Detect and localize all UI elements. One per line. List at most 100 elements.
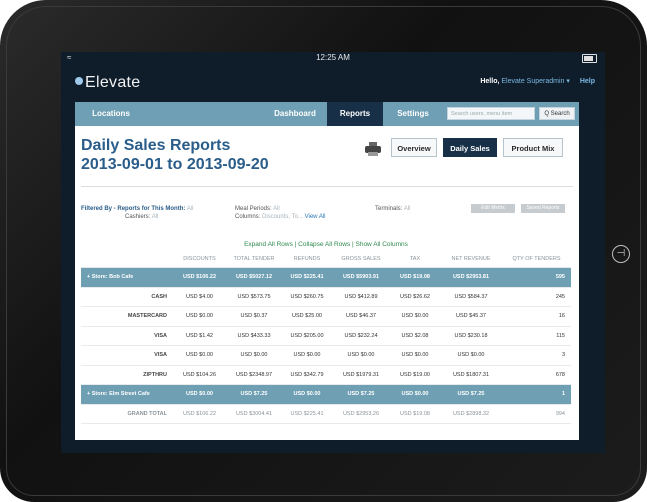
table-cell: USD $0.00 xyxy=(440,345,502,366)
cashiers-value[interactable]: All xyxy=(152,214,159,220)
expand-links[interactable]: Expand All Rows | Collapse All Rows | Sh… xyxy=(81,240,571,250)
divider xyxy=(81,186,573,187)
row-label: VISA xyxy=(81,326,173,346)
screen: ≈ 12:25 AM Elevate Hello, Elevate Supera… xyxy=(61,52,605,453)
column-header[interactable]: NET REVENUE xyxy=(440,250,502,268)
table-row: ZIPTHRU USD $104.26 USD $2348.97 USD $342.7… xyxy=(81,365,571,385)
table-cell: 3 xyxy=(502,345,571,366)
table-cell: USD $3004.41 xyxy=(226,404,282,424)
table-cell: 115 xyxy=(502,326,571,346)
table-cell: USD $0.00 xyxy=(390,384,440,405)
table-cell: USD $106.22 xyxy=(173,404,226,424)
nav-locations[interactable]: Locations xyxy=(81,102,141,126)
filters-group-right: Terminals: All xyxy=(375,206,410,212)
status-time: 12:25 AM xyxy=(316,53,350,62)
table-cell: USD $7.25 xyxy=(226,384,282,405)
table-cell: 595 xyxy=(502,267,571,288)
daily-sales-button[interactable]: Daily Sales xyxy=(443,138,497,157)
reports-month-value[interactable]: All xyxy=(187,206,194,212)
table-cell: USD $106.22 xyxy=(173,267,226,288)
reports-month-label: Reports for This Month: xyxy=(117,206,186,212)
table-cell: 994 xyxy=(502,404,571,424)
search-button[interactable]: Q Search xyxy=(539,107,575,120)
user-menu[interactable]: Elevate Superadmin ▾ xyxy=(501,78,570,85)
table-cell: USD $225.41 xyxy=(282,404,332,424)
terminals-label: Terminals: xyxy=(375,206,403,212)
table-cell: USD $104.26 xyxy=(173,365,226,385)
terminals-value[interactable]: All xyxy=(404,206,411,212)
columns-value[interactable]: Discounts, To... xyxy=(262,214,303,220)
status-bar: ≈ 12:25 AM xyxy=(61,52,605,64)
column-header[interactable]: GROSS SALES xyxy=(332,250,390,268)
table-cell: USD $433.33 xyxy=(226,326,282,346)
filters-group-middle: Meal Periods: All Columns: Discounts, To… xyxy=(235,206,326,220)
product-mix-button[interactable]: Product Mix xyxy=(503,138,563,157)
nav-dashboard[interactable]: Dashboard xyxy=(265,102,325,126)
app-name: Elevate xyxy=(85,74,141,91)
table-cell: USD $0.00 xyxy=(282,384,332,405)
table-header-row: DISCOUNTS TOTAL TENDER REFUNDS GROSS SALES T… xyxy=(81,250,571,268)
table-cell: USD $260.75 xyxy=(282,287,332,307)
row-label: CASH xyxy=(81,287,173,307)
table-cell: USD $0.00 xyxy=(173,306,226,327)
table-cell: USD $7.25 xyxy=(332,384,390,405)
app-logo[interactable]: Elevate xyxy=(75,74,140,92)
table-cell: USD $225.41 xyxy=(282,267,332,288)
table-cell: USD $19.08 xyxy=(390,404,440,424)
table-cell: 1 xyxy=(502,384,571,405)
table-cell: USD $205.00 xyxy=(282,326,332,346)
filters-group-left: Filtered By - Reports for This Month: Al… xyxy=(81,206,193,220)
grand-total-row: GRAND TOTAL USD $106.22 USD $3004.41 USD $2… xyxy=(81,404,571,424)
store-group-row[interactable]: + Store: Bob Cafe USD $106.22 USD $5027.12… xyxy=(81,267,571,288)
saved-reports-button[interactable]: Saved Reports xyxy=(521,204,565,213)
table-cell: USD $2953.81 xyxy=(440,267,502,288)
column-header[interactable]: DISCOUNTS xyxy=(173,250,226,268)
table-cell: USD $2898.32 xyxy=(440,404,502,424)
print-icon[interactable] xyxy=(365,142,381,156)
table-cell: USD $230.18 xyxy=(440,326,502,346)
column-header[interactable] xyxy=(81,250,173,268)
report-content: Daily Sales Reports 2013-09-01 to 2013-0… xyxy=(75,126,579,440)
table-cell: USD $0.00 xyxy=(173,345,226,366)
edit-metrix-button[interactable]: Edit Metrix xyxy=(471,204,515,213)
table-cell: 16 xyxy=(502,306,571,327)
table-cell: USD $5027.12 xyxy=(226,267,282,288)
view-all-link[interactable]: View All xyxy=(305,214,326,220)
row-label: + Store: Elm Street Cafe xyxy=(81,384,173,405)
user-greeting: Hello, Elevate Superadmin ▾ Help xyxy=(480,77,595,85)
table-cell: USD $2953.26 xyxy=(332,404,390,424)
table-cell: USD $26.62 xyxy=(390,287,440,307)
table-body: + Store: Bob Cafe USD $106.22 USD $5027.12… xyxy=(81,267,571,424)
table-cell: USD $0.00 xyxy=(390,345,440,366)
table-cell: USD $2.08 xyxy=(390,326,440,346)
store-group-row[interactable]: + Store: Elm Street Cafe USD $0.00 USD $7.… xyxy=(81,384,571,405)
table-cell: USD $1979.31 xyxy=(332,365,390,385)
search-input[interactable]: Search users, menu item xyxy=(447,107,535,120)
main-nav: Locations Dashboard Reports Settings Sea… xyxy=(75,102,579,126)
column-header[interactable]: QTY OF TENDERS xyxy=(502,250,571,268)
column-header[interactable]: REFUNDS xyxy=(282,250,332,268)
meal-periods-value[interactable]: All xyxy=(273,206,280,212)
table-cell: USD $2348.97 xyxy=(226,365,282,385)
column-header[interactable]: TAX xyxy=(390,250,440,268)
nav-reports[interactable]: Reports xyxy=(327,102,383,126)
tablet-frame: ⊣ ≈ 12:25 AM Elevate Hello, Elevate Supe… xyxy=(0,0,647,502)
help-link[interactable]: Help xyxy=(580,78,595,85)
home-button-icon[interactable]: ⊣ xyxy=(612,245,630,263)
table-cell: USD $232.24 xyxy=(332,326,390,346)
column-header[interactable]: TOTAL TENDER xyxy=(226,250,282,268)
page-title-line1: Daily Sales Reports xyxy=(81,137,231,154)
table-cell: USD $7.25 xyxy=(440,384,502,405)
table-row: VISA USD $0.00 USD $0.00 USD $0.00 USD $0.00… xyxy=(81,345,571,366)
overview-button[interactable]: Overview xyxy=(391,138,437,157)
table-cell: USD $19.00 xyxy=(390,365,440,385)
table-cell: USD $0.00 xyxy=(173,384,226,405)
table-cell: USD $0.00 xyxy=(390,306,440,327)
table-cell: USD $19.08 xyxy=(390,267,440,288)
table-cell: USD $1.42 xyxy=(173,326,226,346)
nav-settings[interactable]: Settings xyxy=(385,102,441,126)
cashiers-label: Cashiers: xyxy=(125,214,151,220)
report-table-container: Expand All Rows | Collapse All Rows | Sh… xyxy=(81,240,571,424)
page-title-line2: 2013-09-01 to 2013-09-20 xyxy=(81,156,269,173)
table-cell: 245 xyxy=(502,287,571,307)
